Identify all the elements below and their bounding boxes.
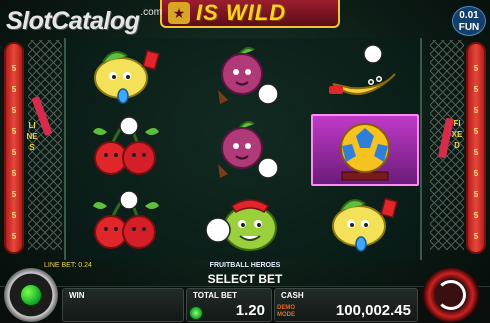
demo-mode-label: DEMO MODE bbox=[277, 305, 295, 318]
payline-number: 5 bbox=[11, 106, 17, 115]
symbol-golden-ball-bonus bbox=[311, 114, 419, 186]
cherries-icon bbox=[93, 116, 159, 175]
game-name: FRUITBALL HEROES bbox=[209, 262, 281, 269]
pear-keeper-icon bbox=[205, 199, 277, 251]
symbol-plum bbox=[189, 42, 301, 110]
payline-number: 5 bbox=[473, 211, 479, 220]
settings-gear-button[interactable] bbox=[4, 268, 58, 322]
golden-ball-icon bbox=[340, 123, 390, 181]
payline-number: 5 bbox=[473, 127, 479, 136]
lemon-referee-icon bbox=[94, 49, 160, 104]
payline-number: 5 bbox=[473, 106, 479, 115]
payline-number: 5 bbox=[473, 85, 479, 94]
game-screen: SlotCatalog .com ★ IS WILD 0.01 FUN 5 5 … bbox=[0, 0, 490, 323]
symbol-plum bbox=[189, 116, 301, 184]
spin-arrows-icon bbox=[436, 280, 466, 310]
symbol-pear-keeper bbox=[189, 190, 301, 258]
total-bet-label: TOTAL BET bbox=[193, 291, 237, 300]
payline-number: 5 bbox=[11, 232, 17, 241]
payline-number: 5 bbox=[11, 169, 17, 178]
payline-number: 5 bbox=[473, 148, 479, 157]
reel-grid[interactable] bbox=[64, 38, 422, 260]
fun-label: FUN bbox=[458, 22, 480, 33]
trophy-icon: ★ bbox=[168, 2, 190, 24]
payline-number: 5 bbox=[473, 64, 479, 73]
payline-number: 5 bbox=[473, 169, 479, 178]
payline-number: 5 bbox=[11, 211, 17, 220]
right-payline-pillar: 5 5 5 5 5 5 5 5 5 bbox=[466, 42, 486, 254]
payline-number: 5 bbox=[11, 148, 17, 157]
payline-number: 5 bbox=[11, 190, 17, 199]
fixed-label: FIXED bbox=[451, 119, 463, 150]
plum-icon bbox=[218, 121, 279, 179]
cherries-icon bbox=[93, 190, 159, 249]
symbol-lemon-referee bbox=[70, 42, 182, 110]
symbol-cherries bbox=[70, 116, 182, 184]
watermark-brand: SlotCatalog bbox=[6, 7, 140, 35]
cash-value: 100,002.45 bbox=[335, 302, 411, 319]
left-payline-pillar: 5 5 5 5 5 5 5 5 5 bbox=[4, 42, 24, 254]
cash-label: CASH bbox=[281, 291, 304, 300]
plum-icon bbox=[218, 47, 279, 105]
line-bet-label: LINE BET: 0.24 bbox=[44, 262, 92, 269]
fun-balance-badge[interactable]: 0.01 FUN bbox=[452, 6, 486, 36]
win-panel: WIN bbox=[62, 288, 184, 322]
payline-number: 5 bbox=[473, 232, 479, 241]
banner-text: IS WILD bbox=[196, 0, 287, 25]
watermark-tld: .com bbox=[140, 7, 163, 18]
bet-coin-icon[interactable] bbox=[189, 306, 203, 320]
lines-label: LINES bbox=[26, 121, 38, 152]
total-bet-value: 1.20 bbox=[235, 302, 265, 319]
spin-button[interactable] bbox=[422, 268, 480, 322]
symbol-cherries bbox=[70, 190, 182, 258]
payline-number: 5 bbox=[11, 64, 17, 73]
banana-kicker-icon bbox=[329, 44, 396, 95]
watermark-logo: SlotCatalog .com bbox=[6, 6, 162, 36]
payline-number: 5 bbox=[11, 127, 17, 136]
payline-number: 5 bbox=[11, 85, 17, 94]
symbol-banana-kicker bbox=[308, 42, 420, 110]
wild-banner: ★ IS WILD bbox=[160, 0, 340, 28]
gear-icon bbox=[19, 283, 43, 307]
symbol-lemon-referee bbox=[308, 190, 420, 258]
select-bet-prompt: SELECT BET bbox=[207, 272, 283, 286]
fun-value: 0.01 bbox=[459, 10, 479, 21]
win-label: WIN bbox=[69, 291, 85, 300]
payline-number: 5 bbox=[473, 190, 479, 199]
lemon-referee-icon bbox=[332, 197, 398, 252]
